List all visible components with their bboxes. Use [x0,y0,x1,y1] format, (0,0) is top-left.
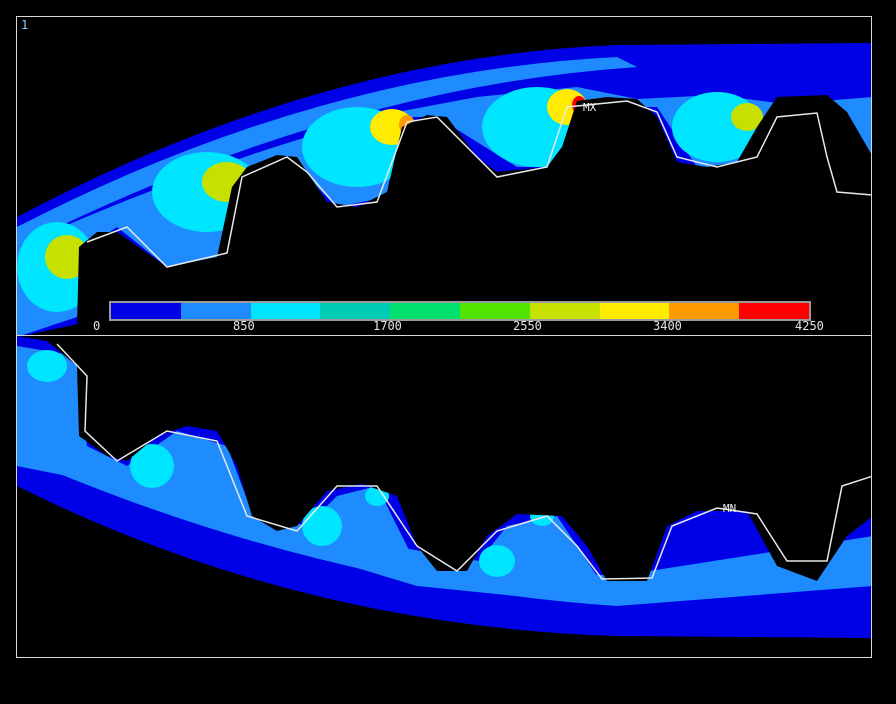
legend-swatch [111,303,181,319]
viewport-2[interactable]: 2 MN [16,336,872,658]
legend-tick: 1700 [373,319,402,333]
legend-swatch [599,303,670,319]
stress-contour-plot-2 [17,336,871,638]
viewport-1[interactable]: 1 0 850 1700 2550 3400 4250 MX [16,16,872,336]
legend-swatch [529,303,600,319]
max-label: MX [583,101,597,114]
legend-swatch [250,303,321,319]
legend-tick: 850 [233,319,255,333]
legend-tick: 3400 [653,319,682,333]
legend-swatch [390,303,460,319]
legend-tick: 2550 [513,319,542,333]
legend-tick: 4250 [795,319,824,333]
legend-swatch [669,303,740,319]
legend-tick: 0 [93,319,101,333]
legend-swatch [180,303,251,319]
legend-swatch [739,303,809,319]
legend-swatch [459,303,530,319]
stress-contour-plot-1 [17,43,871,335]
min-label: MN [723,502,737,515]
legend-swatch [320,303,391,319]
color-legend-bar [109,301,811,321]
